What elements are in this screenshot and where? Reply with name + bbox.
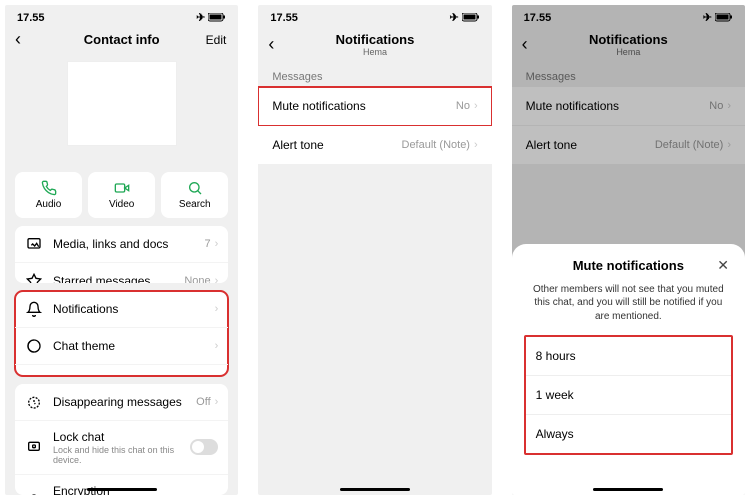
row-disappearing[interactable]: Disappearing messages Off › — [15, 384, 228, 421]
row-mute[interactable]: Mute notifications No › — [258, 87, 491, 126]
search-icon — [187, 180, 203, 196]
row-starred[interactable]: Starred messages None › — [15, 263, 228, 282]
search-button[interactable]: Search — [161, 172, 228, 218]
page-title: Notifications — [336, 32, 415, 47]
mute-sheet: Mute notifications ✕ Other members will … — [512, 244, 745, 496]
status-icons: ✈ — [196, 11, 226, 24]
status-time: 17.55 — [270, 12, 298, 24]
airplane-icon: ✈ — [449, 11, 458, 24]
phone-icon — [41, 180, 57, 196]
media-icon — [25, 235, 43, 253]
group-privacy: Disappearing messages Off › Lock chat Lo… — [15, 384, 228, 495]
timer-icon — [25, 393, 43, 411]
home-indicator[interactable] — [593, 488, 663, 491]
video-label: Video — [109, 199, 134, 210]
row-encryption[interactable]: Encryption Messages and calls are end-to… — [15, 475, 228, 495]
lock-sub: Lock and hide this chat on this device. — [53, 445, 190, 465]
star-icon — [25, 272, 43, 282]
chevron-icon: › — [474, 100, 478, 112]
video-button[interactable]: Video — [88, 172, 155, 218]
edit-button[interactable]: Edit — [206, 33, 227, 47]
sheet-title: Mute notifications — [573, 258, 684, 273]
group-media: Media, links and docs 7 › Starred messag… — [15, 226, 228, 282]
chevron-icon: › — [215, 340, 219, 352]
lock-label: Lock chat — [53, 430, 190, 444]
lock-toggle[interactable] — [190, 439, 218, 455]
airplane-icon: ✈ — [196, 11, 205, 24]
contact-avatar[interactable] — [67, 61, 177, 146]
group-notifications: Notifications › Chat theme › Save to Pho… — [15, 291, 228, 376]
search-label: Search — [179, 199, 211, 210]
battery-icon — [462, 13, 480, 22]
notifications-label: Notifications — [53, 302, 215, 316]
row-lock-chat[interactable]: Lock chat Lock and hide this chat on thi… — [15, 421, 228, 475]
row-notifications[interactable]: Notifications › — [15, 291, 228, 328]
sheet-header: Mute notifications ✕ — [524, 258, 733, 273]
title-bar: ‹ Contact info Edit — [5, 26, 238, 53]
title-bar: ‹ Notifications Hema — [258, 26, 491, 63]
row-theme[interactable]: Chat theme › — [15, 328, 228, 365]
back-icon[interactable]: ‹ — [268, 34, 274, 55]
video-icon — [114, 180, 130, 196]
option-1week[interactable]: 1 week — [526, 376, 731, 415]
chevron-icon: › — [215, 396, 219, 408]
row-media[interactable]: Media, links and docs 7 › — [15, 226, 228, 263]
screen-contact-info: 17.55 ✈ ‹ Contact info Edit Audio Video … — [5, 5, 238, 495]
home-indicator[interactable] — [87, 488, 157, 491]
alert-val: Default (Note) — [402, 139, 470, 151]
back-icon[interactable]: ‹ — [15, 29, 21, 50]
chevron-icon: › — [215, 238, 219, 250]
mute-options: 8 hours 1 week Always — [524, 335, 733, 455]
starred-val: None — [184, 275, 210, 282]
theme-icon — [25, 337, 43, 355]
battery-icon — [208, 13, 226, 22]
home-indicator[interactable] — [340, 488, 410, 491]
bell-icon — [25, 300, 43, 318]
media-label: Media, links and docs — [53, 237, 205, 251]
action-row: Audio Video Search — [5, 172, 238, 218]
screen-notifications: 17.55 ✈ ‹ Notifications Hema Messages Mu… — [258, 5, 491, 495]
option-always[interactable]: Always — [526, 415, 731, 453]
row-save-photos[interactable]: Save to Photos Default › — [15, 365, 228, 376]
section-messages: Messages — [258, 63, 491, 87]
disappearing-label: Disappearing messages — [53, 395, 196, 409]
option-8hours[interactable]: 8 hours — [526, 337, 731, 376]
row-alert-tone[interactable]: Alert tone Default (Note) › — [258, 126, 491, 165]
page-subtitle: Hema — [336, 47, 415, 57]
chevron-icon: › — [474, 139, 478, 151]
theme-label: Chat theme — [53, 339, 215, 353]
lock-chat-icon — [25, 438, 43, 456]
alert-label: Alert tone — [272, 138, 401, 152]
mute-label: Mute notifications — [272, 99, 456, 113]
status-bar: 17.55 ✈ — [258, 5, 491, 26]
status-icons: ✈ — [449, 11, 479, 24]
save-icon — [25, 374, 43, 376]
media-val: 7 — [205, 238, 211, 250]
page-title: Contact info — [84, 32, 160, 47]
status-bar: 17.55 ✈ — [5, 5, 238, 26]
disappearing-val: Off — [196, 396, 210, 408]
lock-icon — [25, 492, 43, 495]
close-icon[interactable]: ✕ — [717, 257, 729, 274]
status-time: 17.55 — [17, 12, 45, 24]
chevron-icon: › — [215, 303, 219, 315]
chevron-icon: › — [215, 275, 219, 282]
sheet-description: Other members will not see that you mute… — [532, 283, 725, 324]
audio-label: Audio — [36, 199, 62, 210]
mute-val: No — [456, 100, 470, 112]
screen-mute-sheet: 17.55 ✈ ‹ Notifications Hema Messages Mu… — [512, 5, 745, 495]
starred-label: Starred messages — [53, 274, 184, 282]
audio-button[interactable]: Audio — [15, 172, 82, 218]
